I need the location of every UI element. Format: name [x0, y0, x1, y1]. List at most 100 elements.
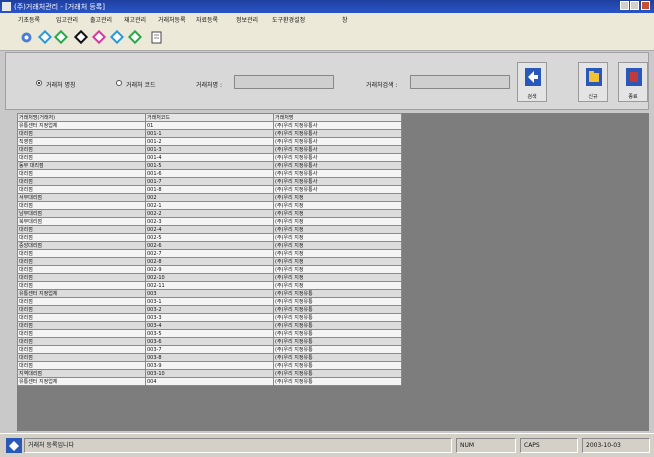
table-cell[interactable]: 대리점 — [17, 225, 146, 234]
table-cell[interactable]: (주)우리 지정유통사 — [273, 121, 402, 130]
name-input[interactable] — [234, 75, 334, 89]
radio-by-name[interactable] — [36, 80, 42, 86]
table-row[interactable]: 대리점 003-4 (주)우리 지정유통 — [17, 321, 402, 330]
table-cell[interactable]: 003-9 — [145, 361, 274, 370]
table-cell[interactable]: 001-6 — [145, 169, 274, 178]
table-cell[interactable]: 대리점 — [17, 353, 146, 362]
table-row[interactable]: 대리점 002-5 (주)우리 지정 — [17, 233, 402, 242]
table-cell[interactable]: 대리점 — [17, 361, 146, 370]
table-row[interactable]: 대리점 003-7 (주)우리 지정유통 — [17, 345, 402, 354]
table-cell[interactable]: 직영점 — [17, 137, 146, 146]
table-cell[interactable]: (주)우리 지정 — [273, 257, 402, 266]
table-row[interactable]: 유통센터 지정업체 01 (주)우리 지정유통사 — [17, 121, 402, 130]
table-cell[interactable]: 002-6 — [145, 241, 274, 250]
table-cell[interactable]: 대리점 — [17, 313, 146, 322]
table-row[interactable]: 대리점 001-4 (주)우리 지정유통사 — [17, 153, 402, 162]
table-cell[interactable]: 004 — [145, 377, 274, 386]
table-row[interactable]: 대리점 001-1 (주)우리 지정유통사 — [17, 129, 402, 138]
menu-item[interactable]: 재고관리 — [124, 15, 146, 24]
table-cell[interactable]: (주)우리 지정유통 — [273, 313, 402, 322]
table-cell[interactable]: (주)우리 지정유통 — [273, 337, 402, 346]
menu-item[interactable]: 도구환경설정 — [272, 15, 305, 24]
table-cell[interactable]: (주)우리 지정 — [273, 233, 402, 242]
table-cell[interactable]: (주)우리 지정유통 — [273, 289, 402, 298]
table-cell[interactable]: 지역대리점 — [17, 369, 146, 378]
table-cell[interactable]: 대리점 — [17, 249, 146, 258]
table-cell[interactable]: 대리점 — [17, 129, 146, 138]
table-cell[interactable]: 003-10 — [145, 369, 274, 378]
radio-by-code[interactable] — [116, 80, 122, 86]
table-row[interactable]: 대리점 002-11 (주)우리 지정 — [17, 281, 402, 290]
table-cell[interactable]: (주)우리 지정유통사 — [273, 185, 402, 194]
table-cell[interactable]: (주)우리 지정 — [273, 193, 402, 202]
nav-stop-icon[interactable] — [73, 29, 89, 45]
table-cell[interactable]: (주)우리 지정 — [273, 241, 402, 250]
table-row[interactable]: 직영점 001-2 (주)우리 지정유통사 — [17, 137, 402, 146]
table-cell[interactable]: 001-1 — [145, 129, 274, 138]
table-row[interactable]: 유통센터 지정업체 004 (주)우리 지정유통 — [17, 377, 402, 386]
table-cell[interactable]: 유통센터 지정업체 — [17, 121, 146, 130]
table-row[interactable]: 대리점 002-9 (주)우리 지정 — [17, 265, 402, 274]
table-cell[interactable]: 대리점 — [17, 273, 146, 282]
menu-item[interactable]: 입고관리 — [56, 15, 78, 24]
nav-prev-icon[interactable] — [53, 29, 69, 45]
app-icon[interactable] — [2, 2, 11, 11]
table-row[interactable]: 지역대리점 003-10 (주)우리 지정유통 — [17, 369, 402, 378]
table-cell[interactable]: 대리점 — [17, 153, 146, 162]
table-cell[interactable]: 002-2 — [145, 209, 274, 218]
menu-item[interactable]: 자료등록 — [196, 15, 218, 24]
table-cell[interactable]: (주)우리 지정 — [273, 225, 402, 234]
document-icon[interactable] — [150, 31, 163, 44]
table-cell[interactable]: (주)우리 지정유통사 — [273, 153, 402, 162]
table-row[interactable]: 대리점 003-9 (주)우리 지정유통 — [17, 361, 402, 370]
table-cell[interactable]: (주)우리 지정유통사 — [273, 145, 402, 154]
table-row[interactable]: 대리점 002-10 (주)우리 지정 — [17, 273, 402, 282]
table-cell[interactable]: (주)우리 지정 — [273, 281, 402, 290]
nav-last-icon[interactable] — [127, 29, 143, 45]
table-row[interactable]: 대리점 003-8 (주)우리 지정유통 — [17, 353, 402, 362]
column-header[interactable]: 거래처코드 — [145, 113, 274, 122]
table-row[interactable]: 대리점 001-6 (주)우리 지정유통사 — [17, 169, 402, 178]
table-cell[interactable]: (주)우리 지정 — [273, 273, 402, 282]
table-cell[interactable]: 중앙대리점 — [17, 241, 146, 250]
new-button[interactable]: 신규 — [578, 62, 608, 102]
table-cell[interactable]: 002-3 — [145, 217, 274, 226]
table-cell[interactable]: 002-9 — [145, 265, 274, 274]
table-row[interactable]: 유통센터 지정업체 003 (주)우리 지정유통 — [17, 289, 402, 298]
column-header[interactable]: 거래처명(거래처) — [17, 113, 146, 122]
table-cell[interactable]: 002-11 — [145, 281, 274, 290]
table-cell[interactable]: (주)우리 지정 — [273, 209, 402, 218]
table-cell[interactable]: 북부대리점 — [17, 217, 146, 226]
table-row[interactable]: 대리점 001-3 (주)우리 지정유통사 — [17, 145, 402, 154]
table-cell[interactable]: (주)우리 지정유통 — [273, 353, 402, 362]
menu-item[interactable]: 창 — [342, 15, 348, 24]
table-row[interactable]: 대리점 002-8 (주)우리 지정 — [17, 257, 402, 266]
table-cell[interactable]: 003-4 — [145, 321, 274, 330]
nav-refresh-icon[interactable] — [91, 29, 107, 45]
table-cell[interactable]: 003-2 — [145, 305, 274, 314]
table-cell[interactable]: 대리점 — [17, 305, 146, 314]
search-input[interactable] — [410, 75, 510, 89]
table-row[interactable]: 대리점 001-7 (주)우리 지정유통사 — [17, 177, 402, 186]
table-row[interactable]: 대리점 003-5 (주)우리 지정유통 — [17, 329, 402, 338]
nav-first-icon[interactable] — [37, 29, 53, 45]
table-cell[interactable]: 002-1 — [145, 201, 274, 210]
table-row[interactable]: 중앙대리점 002-6 (주)우리 지정 — [17, 241, 402, 250]
table-row[interactable]: 대리점 001-8 (주)우리 지정유통사 — [17, 185, 402, 194]
table-cell[interactable]: (주)우리 지정유통사 — [273, 161, 402, 170]
table-cell[interactable]: 대리점 — [17, 281, 146, 290]
table-cell[interactable]: 동부 대리점 — [17, 161, 146, 170]
table-cell[interactable]: 003-5 — [145, 329, 274, 338]
table-cell[interactable]: 대리점 — [17, 201, 146, 210]
table-cell[interactable]: (주)우리 지정유통 — [273, 361, 402, 370]
close-icon[interactable] — [641, 1, 650, 10]
table-cell[interactable]: (주)우리 지정유통사 — [273, 177, 402, 186]
table-cell[interactable]: 003-7 — [145, 345, 274, 354]
table-row[interactable]: 대리점 002-7 (주)우리 지정 — [17, 249, 402, 258]
table-cell[interactable]: 001-4 — [145, 153, 274, 162]
table-cell[interactable]: (주)우리 지정유통 — [273, 377, 402, 386]
table-cell[interactable]: (주)우리 지정 — [273, 249, 402, 258]
table-cell[interactable]: 003 — [145, 289, 274, 298]
table-cell[interactable]: 대리점 — [17, 297, 146, 306]
table-cell[interactable]: (주)우리 지정 — [273, 217, 402, 226]
